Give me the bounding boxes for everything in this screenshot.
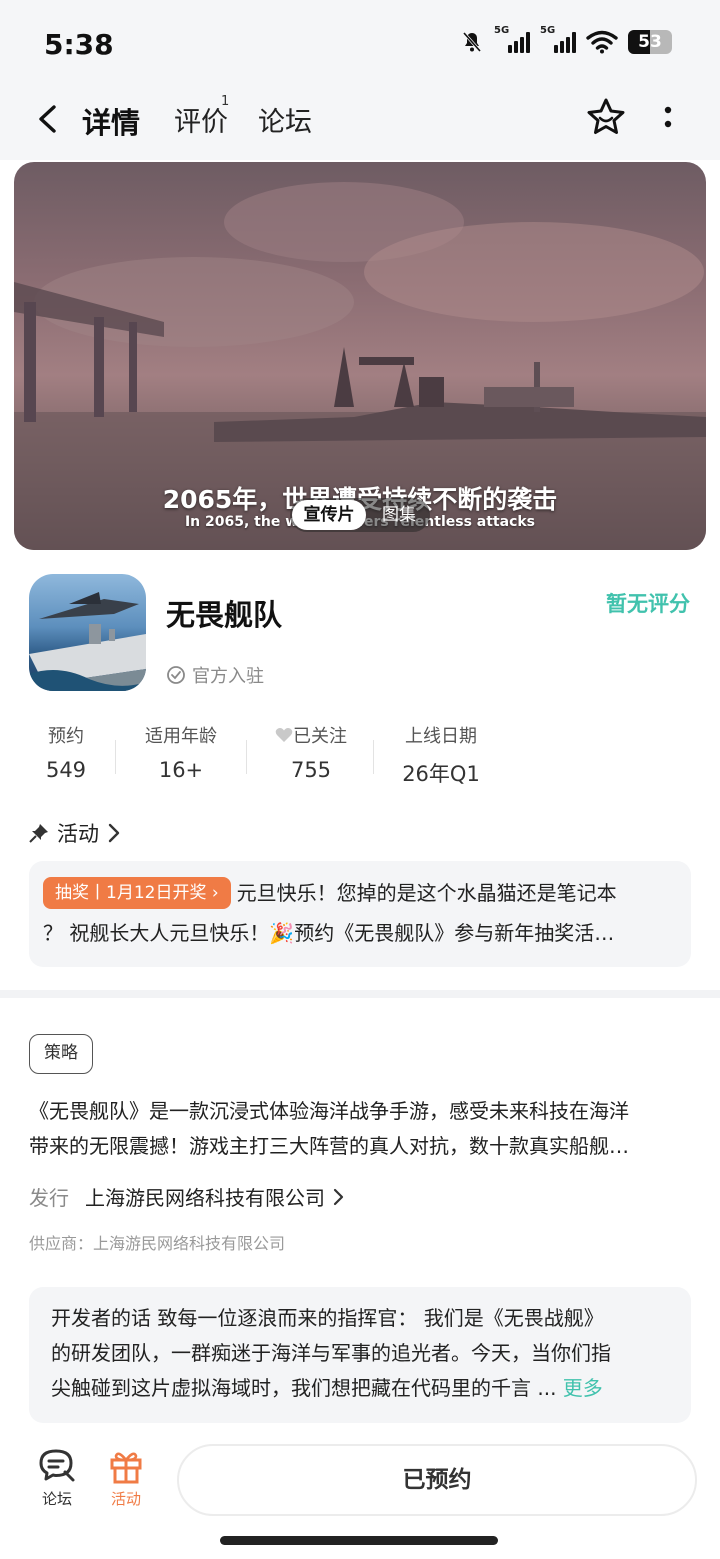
forum-icon [39, 1449, 75, 1482]
activity-card[interactable]: 抽奖丨1月12日开奖 › 元旦快乐！您掉的是这个水晶猫还是笔记本 ？ 祝舰长大人元… [29, 861, 691, 967]
top-nav: 详情 评价 1 论坛 [0, 90, 720, 160]
stat-value: 26年Q1 [402, 762, 480, 786]
tab-reviews[interactable]: 评价 [174, 100, 228, 139]
stat-divider [115, 740, 116, 774]
developer-note-line: 开发者的话 致每一位逐浪而来的指挥官： 我们是《无畏战舰》 [51, 1306, 604, 1330]
promo-video[interactable]: 2065年，世界遭受持续不断的袭击 In 2065, the world suf… [14, 162, 706, 550]
description-line: 《无畏舰队》是一款沉浸式体验海洋战争手游，感受未来科技在海洋 [29, 1099, 629, 1123]
media-toggle: 宣传片 图集 [290, 498, 430, 532]
rating-status: 暂无评分 [606, 592, 690, 616]
app-icon [29, 574, 146, 691]
activity-line-2: ？ 祝舰长大人元旦快乐！🎉预约《无畏舰队》参与新年抽奖活… [43, 921, 615, 945]
publisher-row[interactable]: 发行 上海游民网络科技有限公司 [29, 1182, 347, 1211]
check-circle-icon [167, 666, 185, 684]
gift-icon [110, 1452, 142, 1484]
lottery-badge[interactable]: 抽奖丨1月12日开奖 › [43, 877, 231, 909]
official-label: 官方入驻 [192, 666, 264, 687]
stat-value: 16+ [158, 758, 204, 782]
stat-divider [373, 740, 374, 774]
tab-forum[interactable]: 论坛 [258, 100, 312, 139]
stat-label: 上线日期 [405, 726, 477, 747]
status-icons: 5G 5G 53 [460, 25, 672, 54]
developer-note-line: 尖触碰到这片虚拟海域时，我们想把藏在代码里的千言 ... 更多 [51, 1376, 603, 1400]
more-icon[interactable] [662, 104, 674, 134]
stat-divider [246, 740, 247, 774]
stat-value: 755 [290, 758, 332, 782]
status-time: 5:38 [44, 28, 114, 61]
mute-bell-icon [462, 32, 482, 52]
stats-row: 预约 549 适用年龄 16+ 已关注 755 上线日期 26年Q1 [29, 722, 509, 792]
chevron-right-icon [108, 823, 120, 843]
wifi-icon [586, 30, 618, 54]
reserved-button[interactable]: 已预约 [177, 1444, 697, 1516]
activity-section-title[interactable]: 活动 [29, 818, 121, 848]
forum-label: 论坛 [41, 1490, 72, 1508]
app-name: 无畏舰队 [166, 598, 283, 632]
activity-label: 活动 [110, 1490, 141, 1508]
heart-icon [275, 728, 293, 742]
activity-button[interactable]: 活动 [96, 1448, 156, 1509]
toggle-gallery[interactable]: 图集 [372, 498, 426, 532]
back-icon[interactable] [34, 104, 64, 134]
description-line: 带来的无限震撼！游戏主打三大阵营的真人对抗，数十款真实船舰… [29, 1134, 629, 1158]
game-description[interactable]: 《无畏舰队》是一款沉浸式体验海洋战争手游，感受未来科技在海洋 带来的无限震撼！游… [29, 1094, 691, 1164]
official-badge: 官方入驻 [166, 662, 264, 688]
activity-title: 活动 [57, 822, 99, 846]
stat-age-rating: 适用年龄 16+ [133, 722, 229, 782]
stat-release-date: 上线日期 26年Q1 [391, 722, 491, 788]
cell-signal-1-icon: 5G [494, 25, 530, 53]
stat-value: 549 [45, 758, 87, 782]
tab-details[interactable]: 详情 [80, 100, 143, 142]
tab-details-label: 详情 [82, 106, 141, 140]
tab-reviews-badge: 1 [221, 94, 230, 109]
toggle-promo-video[interactable]: 宣传片 [292, 500, 366, 530]
battery-level: 53 [638, 32, 662, 52]
stat-label: 已关注 [265, 722, 357, 748]
forum-button[interactable]: 论坛 [27, 1448, 87, 1509]
supplier: 供应商：上海游民网络科技有限公司 [29, 1234, 286, 1253]
publisher-name: 上海游民网络科技有限公司 [85, 1186, 325, 1210]
stat-followers[interactable]: 已关注 755 [265, 722, 357, 782]
activity-text: 抽奖丨1月12日开奖 › 元旦快乐！您掉的是这个水晶猫还是笔记本 ？ 祝舰长大人元… [43, 873, 677, 953]
genre-tag[interactable]: 策略 [29, 1034, 93, 1074]
activity-line-1: 元旦快乐！您掉的是这个水晶猫还是笔记本 [236, 881, 617, 905]
home-indicator[interactable] [220, 1536, 498, 1545]
star-icon[interactable] [585, 96, 627, 138]
developer-note: 开发者的话 致每一位逐浪而来的指挥官： 我们是《无畏战舰》 的研发团队，一群痴迷… [51, 1301, 675, 1406]
developer-note-line: 的研发团队，一群痴迷于海洋与军事的追光者。今天，当你们指 [51, 1341, 611, 1365]
section-separator [0, 990, 720, 998]
developer-note-card[interactable]: 开发者的话 致每一位逐浪而来的指挥官： 我们是《无畏战舰》 的研发团队，一群痴迷… [29, 1287, 691, 1423]
cell-signal-2-icon: 5G [540, 25, 576, 53]
publisher-key: 发行 [29, 1186, 69, 1210]
battery-icon: 53 [628, 30, 672, 54]
pin-icon [29, 824, 48, 843]
stat-reservations: 预约 549 [29, 722, 103, 782]
stat-label: 适用年龄 [145, 726, 217, 747]
stat-label: 预约 [48, 726, 84, 747]
status-bar: 5:38 5G 5G 53 [0, 0, 720, 90]
more-link[interactable]: 更多 [563, 1376, 603, 1400]
chevron-right-icon [333, 1188, 344, 1205]
